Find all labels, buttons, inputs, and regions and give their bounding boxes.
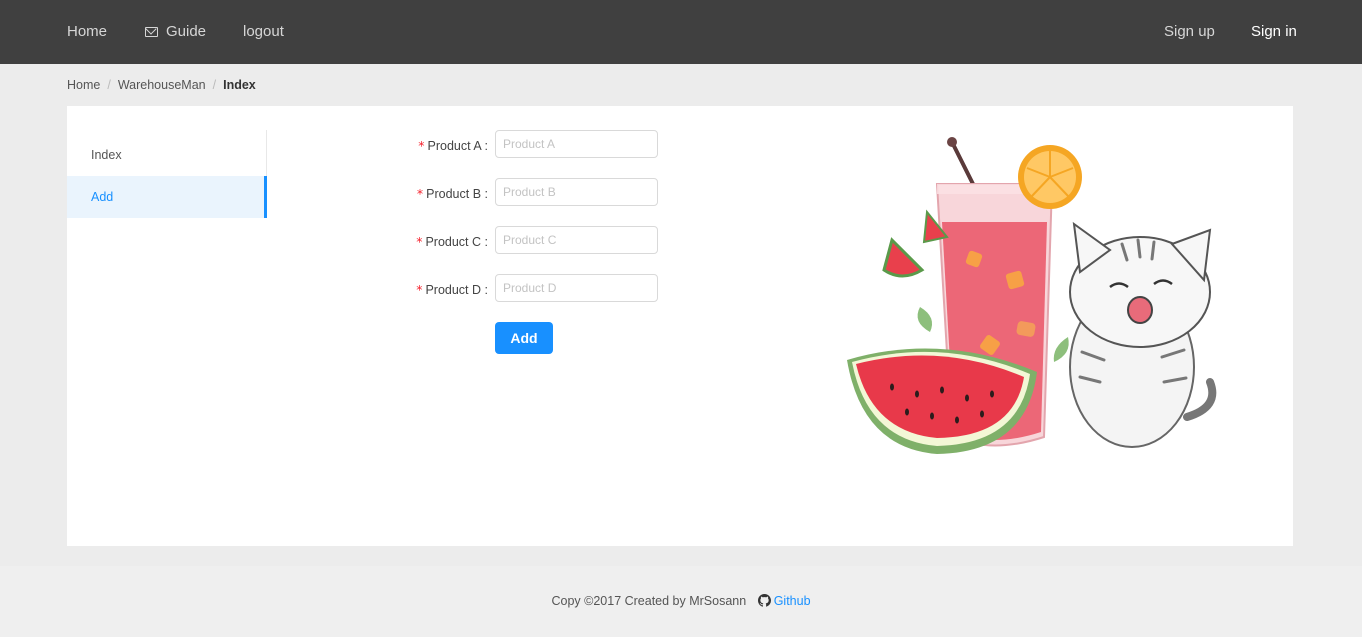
mail-icon: [145, 27, 158, 37]
nav-logout-link[interactable]: logout: [243, 0, 284, 64]
nav-home-link[interactable]: Home: [67, 0, 107, 64]
product-b-label: * Product B :: [416, 186, 488, 201]
required-mark: *: [416, 234, 423, 249]
product-c-input[interactable]: [495, 226, 658, 254]
breadcrumb-home[interactable]: Home: [67, 78, 100, 92]
required-mark: *: [416, 282, 423, 297]
product-a-label: * Product A :: [418, 138, 488, 153]
breadcrumb-warehouseman[interactable]: WarehouseMan: [118, 78, 206, 92]
product-d-input[interactable]: [495, 274, 658, 302]
breadcrumb-separator: /: [107, 78, 111, 92]
nav-signup-link[interactable]: Sign up: [1164, 0, 1215, 64]
required-mark: *: [416, 186, 424, 201]
nav-signin-link[interactable]: Sign in: [1251, 0, 1297, 64]
breadcrumb: Home / WarehouseMan / Index: [67, 78, 256, 92]
add-button[interactable]: Add: [495, 322, 553, 354]
github-icon: [757, 594, 771, 607]
footer-copyright: Copy ©2017 Created by MrSosann: [551, 594, 747, 608]
breadcrumb-separator: /: [212, 78, 217, 92]
breadcrumb-current: Index: [223, 78, 256, 92]
required-mark: *: [418, 138, 425, 153]
nav-guide-label: Guide: [166, 23, 207, 40]
product-d-label: * Product D :: [416, 282, 488, 297]
product-c-label: * Product C :: [416, 234, 488, 249]
product-a-input[interactable]: [495, 130, 658, 158]
github-link[interactable]: Github: [774, 594, 811, 608]
nav-guide-link[interactable]: Guide: [145, 0, 206, 64]
content-panel: Index Add *Product A : *Product B : *Pro…: [67, 106, 1293, 546]
top-navbar: Home Guide logout Sign up Sign in: [0, 0, 1362, 64]
watermelon-drink-cat-illustration: [847, 137, 1217, 454]
product-b-input[interactable]: [495, 178, 658, 206]
footer: Copy ©2017 Created by MrSosann Github: [0, 566, 1362, 637]
